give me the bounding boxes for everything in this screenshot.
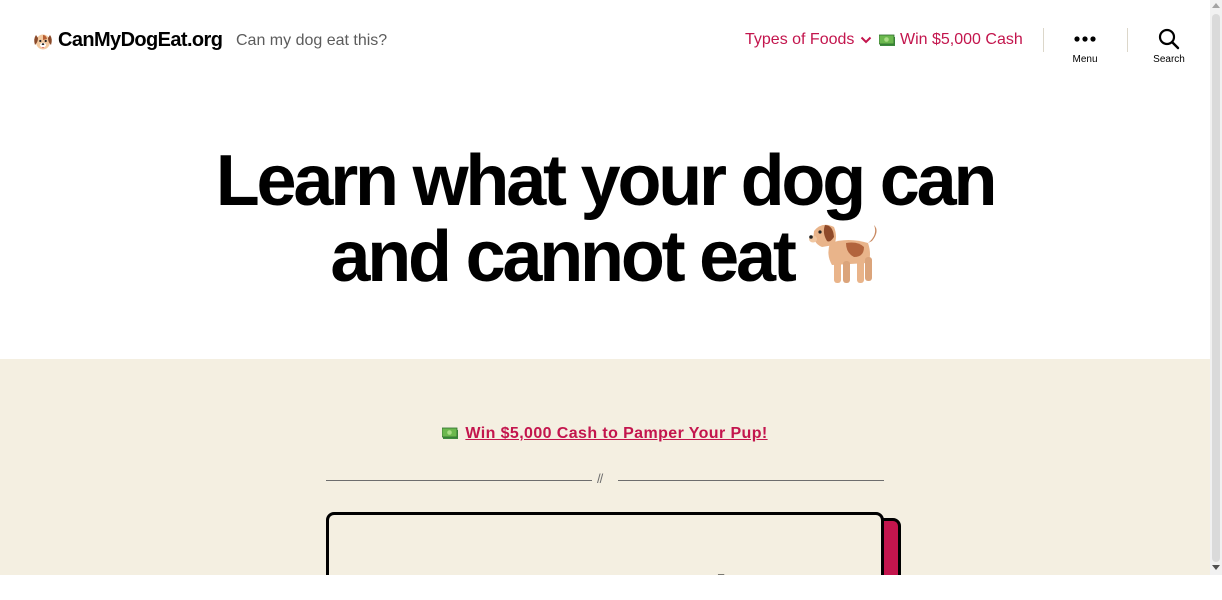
hero-title-line1: Learn what your dog can [215, 141, 998, 221]
header-divider [1127, 28, 1128, 52]
dog-icon [808, 224, 877, 283]
scrollbar-thumb[interactable] [1212, 14, 1220, 562]
site-tagline: Can my dog eat this? [236, 32, 388, 49]
scroll-up-arrow-icon[interactable] [1212, 3, 1220, 8]
dog-face-icon [34, 34, 52, 49]
promo-section: Win $5,000 Cash to Pamper Your Pup! // H… [0, 359, 1210, 575]
menu-button[interactable]: Menu [1055, 28, 1115, 65]
site-logo-link[interactable]: CanMyDogEat.org [32, 29, 223, 52]
money-icon [441, 427, 459, 439]
window-bottom-edge [0, 575, 1222, 600]
nav-win-cash-label: Win $5,000 Cash [900, 31, 1023, 48]
page: CanMyDogEat.org Can my dog eat this? Typ… [0, 0, 1210, 575]
money-icon [879, 34, 895, 46]
human-foods-card[interactable]: Human Foods [326, 512, 884, 575]
separator-mark: // [597, 471, 603, 486]
search-label: Search [1153, 54, 1185, 65]
ellipsis-menu-icon [1074, 36, 1096, 42]
search-icon [1158, 28, 1180, 50]
nav-types-of-foods-label: Types of Foods [745, 31, 855, 48]
card-heading: Human Foods [329, 565, 881, 575]
separator-line-left [326, 480, 592, 481]
chevron-down-icon [861, 36, 872, 44]
hero-title: Learn what your dog can and cannot eat [0, 143, 1210, 295]
hero-title-line2: and cannot eat [330, 217, 796, 297]
nav-types-of-foods[interactable]: Types of Foods [745, 31, 872, 49]
site-name: CanMyDogEat.org [58, 29, 223, 51]
vertical-scrollbar[interactable] [1210, 0, 1222, 575]
search-button[interactable]: Search [1139, 28, 1199, 65]
scroll-down-arrow-icon[interactable] [1212, 565, 1220, 570]
promo-link[interactable]: Win $5,000 Cash to Pamper Your Pup! [465, 425, 767, 442]
menu-label: Menu [1072, 54, 1098, 65]
promo-line: Win $5,000 Cash to Pamper Your Pup! [0, 425, 1210, 443]
separator-line-right [618, 480, 884, 481]
nav-win-cash[interactable]: Win $5,000 Cash [879, 31, 1023, 49]
header-divider [1043, 28, 1044, 52]
site-header: CanMyDogEat.org Can my dog eat this? Typ… [0, 0, 1210, 80]
